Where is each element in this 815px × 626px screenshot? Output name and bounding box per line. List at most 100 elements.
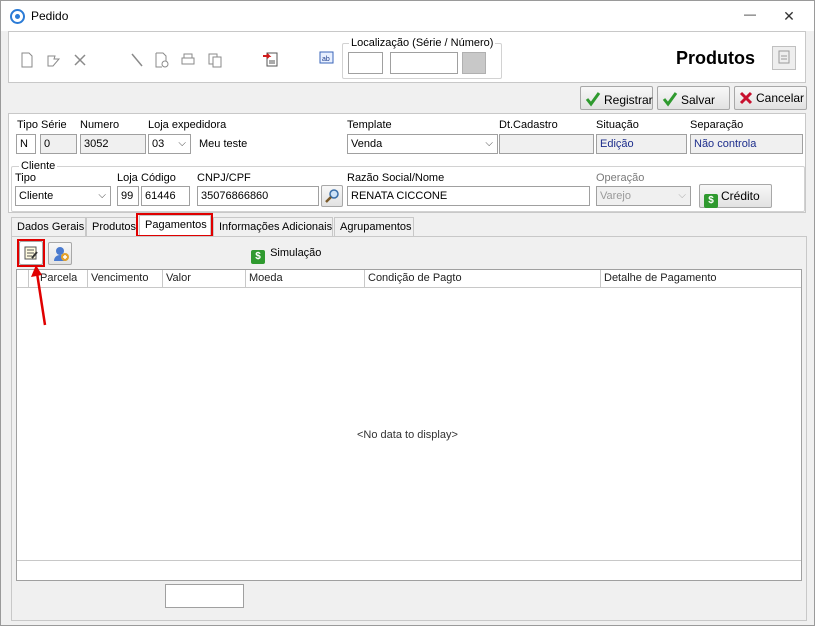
checkmark-icon [662,91,678,110]
chevron-down-icon: ⌵ [98,190,106,201]
checkmark-icon [585,91,601,110]
template-value: Venda [351,138,383,150]
loja-expedidora-label: Loja expedidora [148,119,227,131]
situacao-label: Situação [596,119,639,131]
localizacao-label: Localização (Série / Número) [349,37,496,49]
simulacao-label: Simulação [270,247,322,259]
serie-label: Série [41,119,67,131]
razao-field[interactable]: RENATA CICCONE [347,186,590,206]
pagamentos-grid[interactable]: Parcela Vencimento Valor Moeda Condição … [16,269,802,581]
tab-label: Agrupamentos [340,221,412,233]
svg-text:ab: ab [322,56,330,63]
cnpj-label: CNPJ/CPF [197,172,251,184]
codigo-field[interactable]: 61446 [141,186,190,206]
toolbar-panel: ab Localização (Série / Número) Produtos [8,31,806,83]
tipo-field[interactable]: N [16,134,36,154]
salvar-label: Salvar [681,93,716,107]
column-header-moeda[interactable]: Moeda [246,270,365,288]
situacao-field: Edição [596,134,687,154]
cliente-tipo-value: Cliente [19,190,54,202]
window-title: Pedido [31,9,69,23]
export-document-icon[interactable] [262,50,278,67]
loja-expedidora-nome: Meu teste [199,138,248,150]
localizacao-numero-input[interactable] [390,52,458,74]
add-user-button[interactable] [48,242,72,265]
loja-label: Loja [117,172,138,184]
column-header-valor[interactable]: Valor [163,270,246,288]
search-icon [324,189,340,207]
cliente-group-label: Cliente [19,160,58,172]
tipo-label: Tipo [17,119,38,131]
tab-dados-gerais[interactable]: Dados Gerais [11,217,86,236]
pedido-window: Pedido — ✕ ab Localização (Série / Númer… [0,0,815,626]
separacao-field: Não controla [690,134,803,154]
credito-label: Crédito [721,189,760,203]
localizacao-lookup-button[interactable] [462,52,486,74]
tab-label: Produtos [92,221,137,233]
column-header-vencimento[interactable]: Vencimento [88,270,163,288]
delete-icon[interactable] [72,52,88,68]
add-user-icon [52,247,70,266]
preview-icon[interactable] [154,52,170,68]
cancelar-label: Cancelar [756,91,805,105]
column-header-indicator [17,270,29,288]
dt-cadastro-field [499,134,594,154]
column-header-detalhe[interactable]: Detalhe de Pagamento [601,270,801,288]
loja-expedidora-value: 03 [152,138,165,150]
column-header-condicao[interactable]: Condição de Pagto [365,270,601,288]
page-title: Produtos [676,48,755,68]
pagamentos-tab-highlight [136,213,213,237]
dollar-icon: $ [251,250,265,264]
new-document-icon[interactable] [19,52,35,68]
produtos-action-icon[interactable] [772,46,796,70]
operacao-label: Operação [596,172,645,184]
tab-label: Informações Adicionais [219,221,333,233]
cnpj-field[interactable]: 35076866860 [197,186,319,206]
template-label: Template [347,119,392,131]
tab-produtos[interactable]: Produtos [86,217,138,236]
cancel-x-icon [739,91,753,108]
copy-icon[interactable] [207,52,223,68]
salvar-button[interactable]: Salvar [657,86,730,110]
search-cliente-button[interactable] [321,185,343,207]
operacao-select: Varejo ⌵ [596,186,691,206]
registrar-label: Registrar [604,93,653,107]
pedido-info-panel: Tipo Série Numero Loja expedidora Templa… [8,113,806,213]
separacao-label: Separação [690,119,744,131]
serie-field: 0 [40,134,77,154]
tab-label: Dados Gerais [17,221,85,233]
cancelar-button[interactable]: Cancelar [734,86,807,110]
dt-cadastro-label: Dt.Cadastro [499,119,558,131]
chevron-down-icon: ⌵ [678,190,686,201]
loja-expedidora-select[interactable]: 03 ⌵ [148,134,191,154]
edit-document-icon[interactable] [46,52,62,68]
credito-button[interactable]: $ Crédito [699,184,772,208]
print-icon[interactable] [180,52,196,68]
grid-summary-box [165,584,244,608]
tab-agrupamentos[interactable]: Agrupamentos [334,217,414,236]
grid-footer-line [17,560,801,561]
numero-label: Numero [80,119,120,131]
simulacao-button[interactable]: $ Simulação [251,247,321,264]
app-icon [10,9,25,24]
dollar-icon: $ [704,192,718,208]
localizacao-serie-input[interactable] [348,52,383,74]
grid-header: Parcela Vencimento Valor Moeda Condição … [17,270,801,288]
template-select[interactable]: Venda ⌵ [347,134,498,154]
chevron-down-icon: ⌵ [178,138,186,149]
title-bar: Pedido — ✕ [1,1,814,31]
close-button[interactable]: ✕ [781,8,797,24]
line-tool-icon[interactable] [129,52,145,68]
annotation-arrow [31,265,47,326]
tab-informacoes-adicionais[interactable]: Informações Adicionais [213,217,333,236]
codigo-label: Código [141,172,176,184]
chevron-down-icon: ⌵ [485,138,493,149]
operacao-value: Varejo [600,190,631,202]
numero-field: 3052 [80,134,146,154]
registrar-button[interactable]: Registrar [580,86,653,110]
loja-field[interactable]: 99 [117,186,139,206]
minimize-button[interactable]: — [743,8,757,23]
spellcheck-icon[interactable]: ab [319,50,335,66]
cliente-tipo-label: Tipo [15,172,36,184]
cliente-tipo-select[interactable]: Cliente ⌵ [15,186,111,206]
